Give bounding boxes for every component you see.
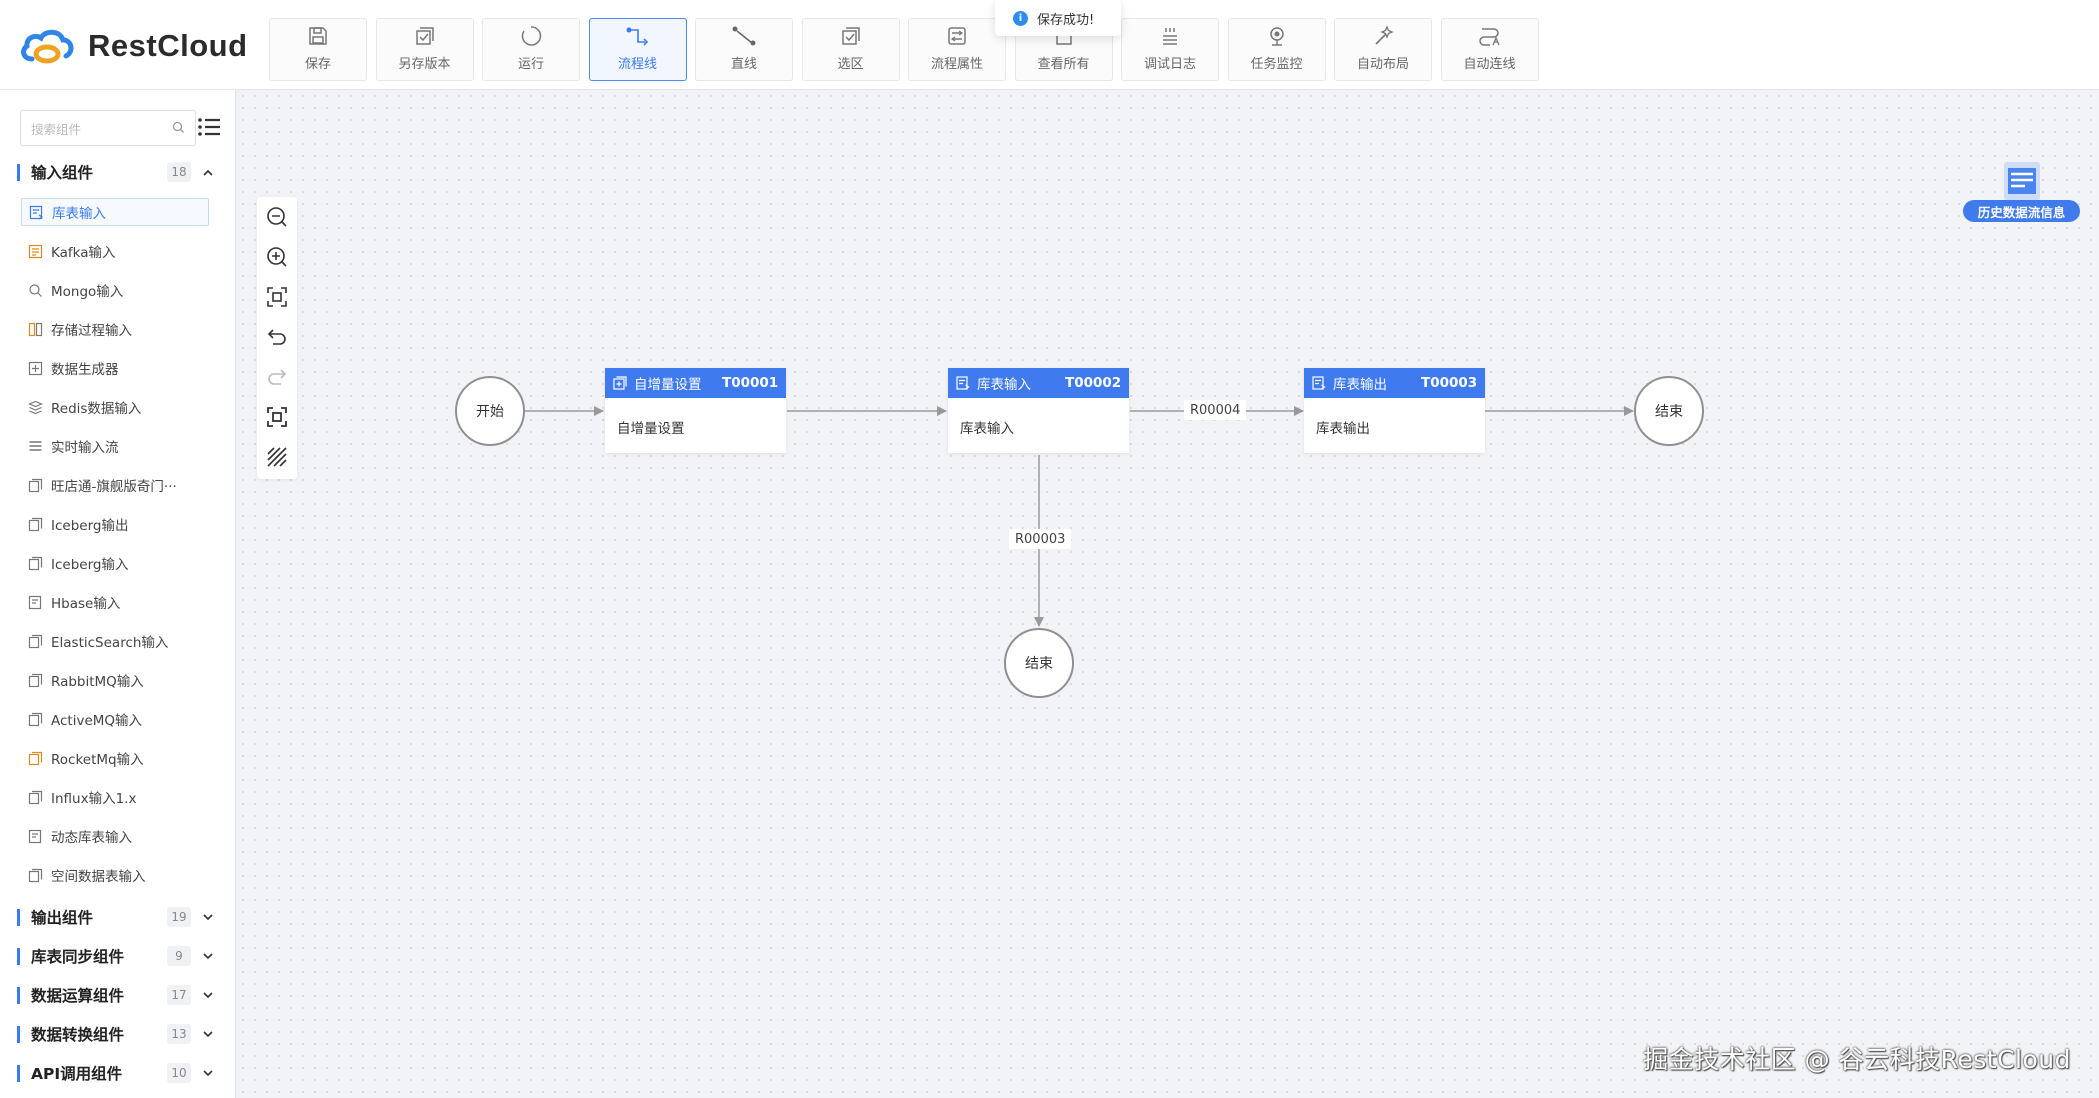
task-header: 库表输入 T00002 [948, 368, 1129, 398]
edge-label-r00003[interactable]: R00003 [1009, 529, 1072, 549]
end-node-right[interactable]: 结束 [1634, 376, 1704, 446]
start-node[interactable]: 开始 [455, 376, 525, 446]
task-id: T00003 [1421, 375, 1478, 391]
task-body: 库表输入 [960, 421, 1014, 437]
task-body: 自增量设置 [617, 421, 685, 437]
toast-message: 保存成功! [1037, 12, 1095, 28]
task-name: 库表输出 [1333, 377, 1387, 393]
task-node-t00001[interactable]: 自增量设置 T00001 自增量设置 [605, 368, 786, 453]
table-input-icon [956, 376, 970, 390]
table-output-icon [1312, 376, 1326, 390]
watermark: 掘金技术社区 @ 谷云科技RestCloud [1643, 1045, 2071, 1074]
task-id: T00002 [1065, 375, 1122, 391]
task-header: 库表输出 T00003 [1304, 368, 1485, 398]
task-header: 自增量设置 T00001 [605, 368, 786, 398]
info-icon: i [1013, 10, 1028, 26]
task-node-t00003[interactable]: 库表输出 T00003 库表输出 [1304, 368, 1485, 453]
flow-edges [524, 406, 1634, 627]
task-body: 库表输出 [1316, 421, 1370, 437]
node-label: 结束 [1025, 656, 1053, 672]
node-label: 开始 [476, 404, 504, 420]
node-label: 结束 [1655, 404, 1683, 420]
save-success-toast: i 保存成功! [995, 0, 1121, 36]
edge-label-r00004[interactable]: R00004 [1184, 400, 1247, 420]
increment-icon [613, 376, 627, 390]
task-name: 库表输入 [977, 377, 1031, 393]
task-id: T00001 [722, 375, 779, 391]
end-node-bottom[interactable]: 结束 [1004, 628, 1074, 698]
task-node-t00002[interactable]: 库表输入 T00002 库表输入 [948, 368, 1129, 453]
task-name: 自增量设置 [634, 377, 702, 393]
